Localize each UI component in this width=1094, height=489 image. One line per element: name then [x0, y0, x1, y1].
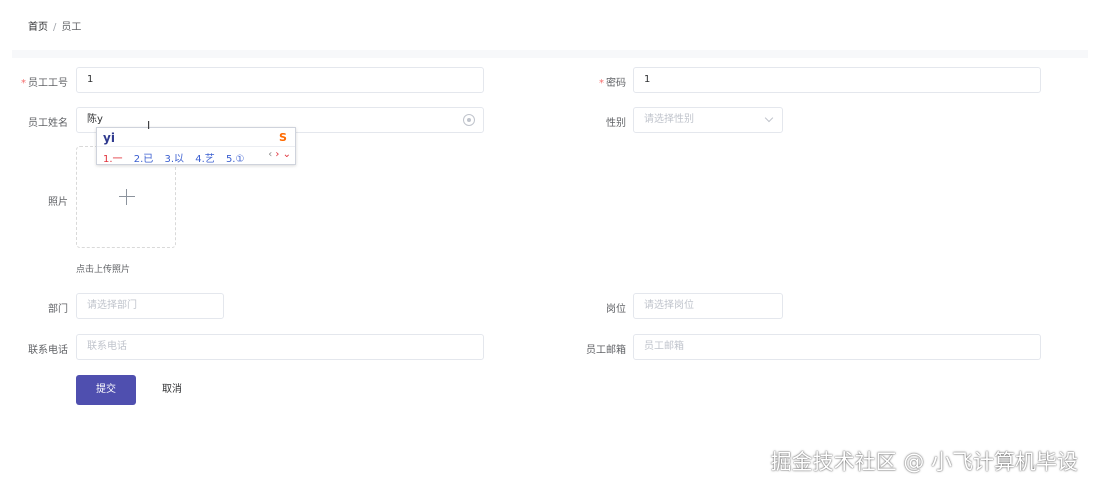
required-mark: * [599, 78, 604, 89]
cancel-button[interactable]: 取消 [150, 375, 194, 405]
ime-candidate[interactable]: 1.一 [103, 154, 123, 165]
sogou-logo-icon: S [279, 131, 287, 144]
clear-icon[interactable] [463, 114, 475, 126]
ime-candidate[interactable]: 2.已 [134, 154, 154, 165]
gender-placeholder: 请选择性别 [644, 114, 694, 125]
position-select[interactable]: 请选择岗位 [633, 293, 783, 319]
department-label: 部门 [48, 304, 68, 315]
ime-next-icon[interactable]: › [275, 149, 279, 160]
breadcrumb-current: 员工 [61, 22, 82, 33]
department-select[interactable]: 请选择部门 [76, 293, 224, 319]
name-input-value: 陈y [87, 114, 103, 125]
ime-expand-icon[interactable]: ⌄ [283, 149, 291, 160]
photo-label: 照片 [48, 197, 68, 208]
breadcrumb-separator: / [53, 22, 57, 33]
phone-label: 联系电话 [28, 345, 68, 356]
phone-input[interactable]: 联系电话 [76, 334, 484, 360]
gender-select[interactable]: 请选择性别 [633, 107, 783, 133]
watermark: 掘金技术社区 @ 小飞计算机毕设 [770, 450, 1078, 474]
position-label: 岗位 [606, 304, 626, 315]
name-label: 员工姓名 [28, 118, 68, 129]
emp-no-input[interactable]: 1 [76, 67, 484, 93]
upload-tip: 点击上传照片 [76, 265, 131, 275]
ime-candidate-list: 1.一 2.已 3.以 4.艺 5.① [103, 150, 252, 165]
ime-divider [97, 146, 295, 147]
ime-candidate-window: yi S 1.一 2.已 3.以 4.艺 5.① ‹ › ⌄ [96, 127, 296, 165]
breadcrumb-bar: 首页 / 员工 [12, 0, 1088, 50]
required-mark: * [21, 78, 26, 89]
ime-page-nav: ‹ › ⌄ [268, 149, 291, 160]
submit-button[interactable]: 提交 [76, 375, 136, 405]
ime-composition: yi [103, 131, 115, 145]
breadcrumb-home[interactable]: 首页 [28, 22, 48, 33]
chevron-down-icon [764, 113, 774, 123]
email-label: 员工邮箱 [586, 345, 626, 356]
gender-label: 性别 [606, 118, 626, 129]
ime-candidate[interactable]: 3.以 [164, 154, 184, 165]
ime-candidate[interactable]: 4.艺 [195, 154, 215, 165]
password-input[interactable]: 1 [633, 67, 1041, 93]
plus-icon [119, 189, 135, 205]
breadcrumb: 首页 / 员工 [28, 18, 81, 33]
emp-no-label: * 员工工号 [21, 78, 68, 89]
ime-prev-icon[interactable]: ‹ [268, 149, 272, 160]
ime-candidate[interactable]: 5.① [226, 154, 245, 165]
email-input[interactable]: 员工邮箱 [633, 334, 1041, 360]
password-label: * 密码 [599, 78, 626, 89]
text-cursor-icon: I [147, 119, 151, 132]
